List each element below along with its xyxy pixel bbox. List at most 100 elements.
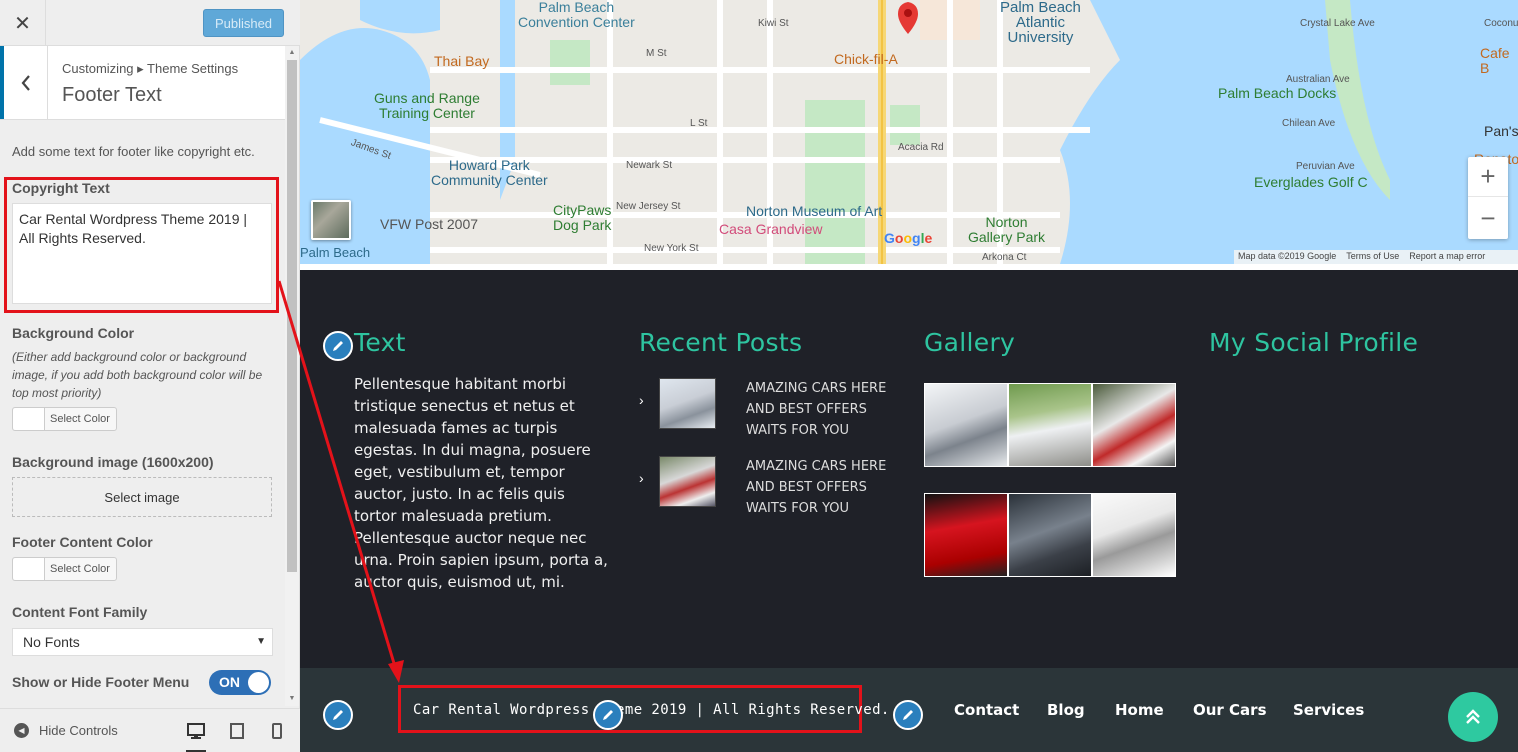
section-description: Add some text for footer like copyright …	[12, 144, 255, 159]
post-title[interactable]: AMAZING CARS HERE AND BEST OFFERS WAITS …	[746, 456, 896, 519]
edit-pencil-icon[interactable]	[593, 700, 623, 730]
gallery-image[interactable]	[1092, 383, 1176, 467]
hide-controls-button[interactable]: ◀ Hide Controls	[14, 723, 118, 738]
footer-copyright-text: Car Rental Wordpress Theme 2019 | All Ri…	[413, 702, 890, 718]
footer-menu-our-cars[interactable]: Our Cars	[1193, 701, 1267, 719]
customizer-panel: ✕ Published Customizing ▸ Theme Settings…	[0, 0, 300, 752]
breadcrumb: Customizing ▸ Theme Settings	[62, 61, 239, 76]
panel-top-bar: ✕ Published	[0, 0, 300, 46]
map-label: VFW Post 2007	[380, 216, 479, 232]
gallery-image[interactable]	[924, 493, 1008, 577]
street-label: Australian Ave	[1286, 74, 1350, 85]
toggle-knob	[248, 672, 269, 693]
footer-text-body: Pellentesque habitant morbi tristique se…	[354, 375, 608, 591]
recent-posts-heading: Recent Posts	[639, 328, 803, 357]
select-color-label: Select Color	[50, 563, 110, 575]
map-data-text: Map data ©2019 Google	[1238, 251, 1337, 261]
map-label: Norton Museum of Art	[746, 203, 883, 219]
content-color-picker[interactable]: Select Color	[12, 557, 117, 581]
street-label: L St	[690, 118, 708, 129]
back-icon[interactable]	[0, 46, 48, 119]
color-swatch	[13, 558, 45, 580]
section-header: Customizing ▸ Theme Settings Footer Text	[0, 46, 285, 120]
footer-menu-contact[interactable]: Contact	[954, 701, 1019, 719]
close-icon[interactable]: ✕	[0, 0, 46, 46]
street-label: Coconut	[1484, 18, 1518, 29]
scroll-up-icon[interactable]: ▲	[287, 48, 297, 58]
map-label: Palm Beach Docks	[1218, 85, 1337, 101]
zoom-out-button[interactable]: −	[1468, 198, 1508, 238]
edit-pencil-icon[interactable]	[323, 700, 353, 730]
gallery-image[interactable]	[924, 383, 1008, 467]
street-label: Chilean Ave	[1282, 118, 1336, 129]
bg-color-note: (Either add background color or backgrou…	[12, 350, 263, 400]
mobile-preview-icon[interactable]	[270, 722, 290, 742]
edit-pencil-icon[interactable]	[893, 700, 923, 730]
street-label: M St	[646, 48, 667, 59]
gallery-image[interactable]	[1008, 383, 1092, 467]
social-profile-heading: My Social Profile	[1209, 328, 1419, 357]
gallery-heading: Gallery	[924, 328, 1016, 357]
panel-scrollbar[interactable]: ▲ ▼	[285, 46, 299, 706]
scroll-down-icon[interactable]: ▼	[287, 694, 297, 704]
map-label: Howard Park Community Center	[431, 157, 548, 188]
footer-menu-label: Show or Hide Footer Menu	[12, 674, 190, 690]
collapse-icon: ◀	[14, 723, 29, 738]
map-label: Pan's	[1484, 123, 1518, 139]
font-family-select[interactable]: No Fonts ▼	[12, 628, 273, 656]
select-color-label: Select Color	[50, 413, 110, 425]
footer-menu-home[interactable]: Home	[1115, 701, 1164, 719]
map-graphic	[300, 0, 1518, 264]
hide-controls-label: Hide Controls	[39, 723, 118, 738]
map-label: Guns and Range Training Center	[374, 90, 480, 121]
post-thumbnail[interactable]	[659, 378, 716, 429]
map-embed[interactable]: Palm Beach Convention Center Palm Beach …	[300, 0, 1518, 264]
report-error-link[interactable]: Report a map error	[1409, 251, 1485, 264]
map-label: Palm Beach	[300, 245, 371, 260]
color-swatch	[13, 408, 45, 430]
map-label: Casa Grandview	[719, 221, 823, 237]
post-title[interactable]: AMAZING CARS HERE AND BEST OFFERS WAITS …	[746, 378, 896, 441]
street-label: New Jersey St	[616, 201, 681, 212]
map-label: Palm Beach Convention Center	[518, 0, 635, 30]
map-label: Palm Beach Atlantic University	[1000, 0, 1081, 46]
chevron-down-icon: ▼	[256, 636, 266, 647]
street-label: Newark St	[626, 160, 673, 171]
map-label: Norton Gallery Park	[968, 214, 1046, 245]
font-family-value: No Fonts	[23, 634, 80, 650]
edit-pencil-icon[interactable]	[323, 331, 353, 361]
street-label: Kiwi St	[758, 18, 789, 29]
chevron-right-icon: ›	[639, 392, 644, 408]
map-zoom-control: + −	[1468, 157, 1508, 239]
panel-footer: ◀ Hide Controls	[0, 708, 300, 752]
scroll-to-top-icon[interactable]	[1448, 692, 1498, 742]
publish-button[interactable]: Published	[203, 9, 284, 37]
footer-menu-services[interactable]: Services	[1293, 701, 1364, 719]
select-image-button[interactable]: Select image	[12, 477, 272, 517]
google-logo: Google	[884, 230, 933, 246]
bg-color-label: Background Color	[12, 325, 135, 341]
bg-image-label: Background image (1600x200)	[12, 454, 214, 470]
map-label: CityPaws Dog Park	[553, 202, 612, 233]
map-label: Thai Bay	[434, 53, 490, 69]
tablet-preview-icon[interactable]	[228, 722, 248, 742]
satellite-toggle[interactable]	[311, 200, 351, 240]
post-thumbnail[interactable]	[659, 456, 716, 507]
gallery-image[interactable]	[1008, 493, 1092, 577]
footer-menu-blog[interactable]: Blog	[1047, 701, 1085, 719]
map-label: Cafe B	[1480, 45, 1510, 76]
map-attribution: Map data ©2019 Google Terms of Use Repor…	[1234, 250, 1518, 264]
toggle-label: ON	[219, 674, 240, 690]
scroll-thumb[interactable]	[287, 60, 297, 572]
street-label: Crystal Lake Ave	[1300, 18, 1375, 29]
terms-link[interactable]: Terms of Use	[1346, 251, 1399, 264]
gallery-image[interactable]	[1092, 493, 1176, 577]
section-title: Footer Text	[62, 84, 162, 106]
desktop-preview-icon[interactable]	[186, 722, 206, 752]
zoom-in-button[interactable]: +	[1468, 157, 1508, 197]
street-label: New York St	[644, 243, 699, 254]
footer-text-heading: Text	[354, 328, 406, 357]
footer-menu-toggle[interactable]: ON	[209, 670, 271, 695]
bg-color-picker[interactable]: Select Color	[12, 407, 117, 431]
street-label: Arkona Ct	[982, 252, 1027, 263]
